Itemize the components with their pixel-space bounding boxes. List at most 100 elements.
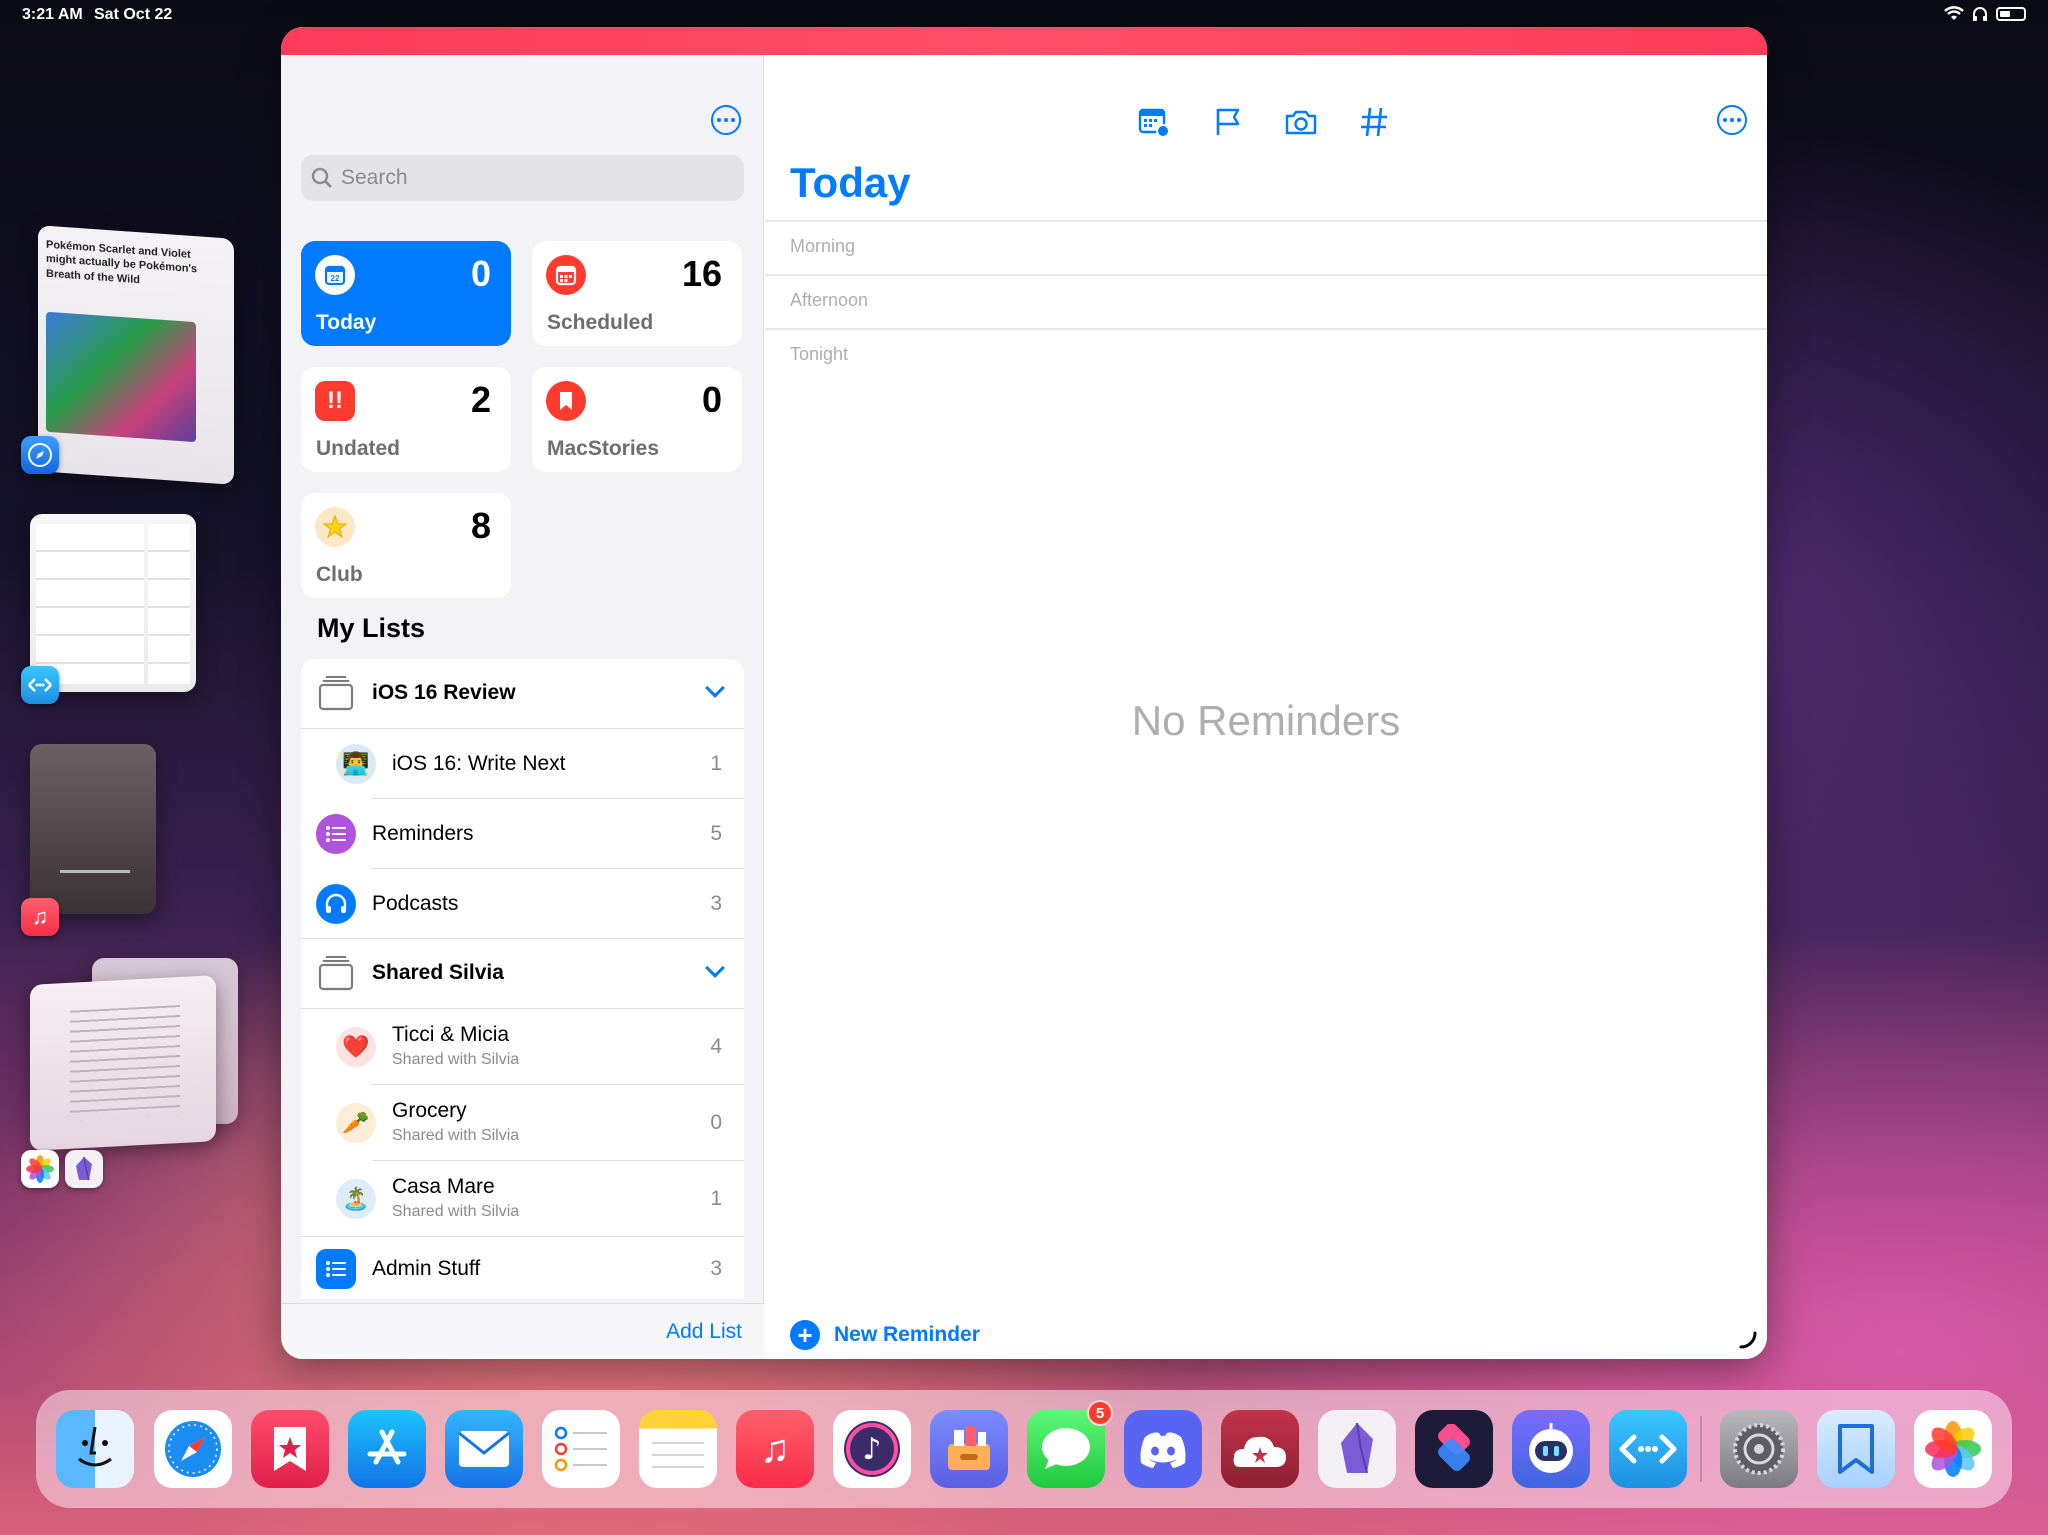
dock-app-store-icon[interactable] [348,1410,426,1488]
thumbnail-notes[interactable] [30,975,216,1151]
list-item-count: 3 [710,1257,722,1280]
smart-list-undated[interactable]: !! 2 Undated [301,367,511,472]
carrot-icon: 🥕 [336,1103,376,1143]
headphones-status-icon [1973,7,1987,21]
club-label: Club [316,563,363,586]
list-item-subtitle: Shared with Silvia [392,1051,520,1068]
dock-finder-icon[interactable] [56,1410,134,1488]
bookmark-icon [546,381,586,421]
dock-shortcuts-icon[interactable] [1415,1410,1493,1488]
calendar-icon [546,255,586,295]
list-item-ios-16-write-next[interactable]: 👨‍💻 iOS 16: Write Next 1 [301,729,744,799]
chevron-down-icon[interactable] [705,678,725,698]
search-input[interactable] [341,166,721,190]
section-label: Tonight [790,344,849,364]
svg-text:♪: ♪ [862,1432,881,1467]
calendar-today-icon: 22 [315,255,355,295]
smart-list-club[interactable]: 8 Club [301,493,511,598]
list-item-podcasts[interactable]: Podcasts 3 [301,869,744,939]
today-count: 0 [470,253,491,294]
list-item-casa-mare[interactable]: 🏝️ Casa Mare Shared with Silvia 1 [301,1161,744,1237]
page-title: Today [790,159,911,206]
resize-handle-icon[interactable] [1737,1329,1759,1351]
messages-badge: 5 [1087,1400,1113,1426]
thumbnail-text-lines [70,1005,180,1121]
sidebar-more-button[interactable] [711,105,741,135]
detail-more-button[interactable] [1717,105,1747,135]
today-label: Today [316,311,377,334]
flag-icon[interactable] [1211,105,1245,139]
section-morning[interactable]: Morning [765,220,1767,274]
sidebar: 22 0 Today 16 Scheduled !! 2 Undated 0 M… [281,55,764,1359]
island-icon: 🏝️ [336,1179,376,1219]
thumbnail-music[interactable] [30,744,156,914]
list-item-subtitle: Shared with Silvia [392,1127,520,1144]
list-item-subtitle: Shared with Silvia [392,1203,520,1220]
list-item-admin-stuff[interactable]: Admin Stuff 3 [301,1237,744,1299]
dock-mastonaut-icon[interactable] [1512,1410,1590,1488]
search-bar[interactable] [301,155,744,201]
dock-screens-icon[interactable] [1609,1410,1687,1488]
headphones-icon [316,884,356,924]
section-label: Morning [790,236,856,256]
list-item-label: Reminders [372,822,474,845]
wifi-icon [1944,6,1964,20]
dock-safari-icon[interactable] [154,1410,232,1488]
list-item-count: 5 [710,822,722,845]
my-lists: iOS 16 Review 👨‍💻 iOS 16: Write Next 1 R… [301,659,744,1299]
sidebar-footer: Add List [281,1303,764,1359]
exclamation-icon: !! [315,381,355,421]
section-label: Afternoon [790,290,869,310]
safari-icon[interactable] [21,436,59,474]
section-tonight[interactable]: Tonight [765,328,1767,382]
dock-goodlinks-icon[interactable] [251,1410,329,1488]
plus-icon: + [790,1320,820,1350]
smart-list-scheduled[interactable]: 16 Scheduled [532,241,742,346]
dock-mail-icon[interactable] [445,1410,523,1488]
camera-icon[interactable] [1284,105,1318,139]
dock-data-jar-icon[interactable] [930,1410,1008,1488]
thumbnail-mastodon[interactable] [30,514,196,692]
status-time: 3:21 AM [22,6,83,23]
macstories-count: 0 [701,379,722,420]
heart-icon: ❤️ [336,1027,376,1067]
section-afternoon[interactable]: Afternoon [765,274,1767,328]
calendar-clock-icon[interactable] [1137,105,1171,139]
macstories-label: MacStories [547,437,660,460]
dock-reminders-icon[interactable] [542,1410,620,1488]
hashtag-icon[interactable] [1357,105,1391,139]
list-item-grocery[interactable]: 🥕 Grocery Shared with Silvia 0 [301,1085,744,1161]
smart-list-macstories[interactable]: 0 MacStories [532,367,742,472]
chevron-down-icon[interactable] [705,958,725,978]
thumbnail-safari[interactable]: Pokémon Scarlet and Violet might actuall… [38,225,234,485]
list-group-shared-silvia[interactable]: Shared Silvia [301,939,744,1009]
music-icon[interactable]: ♫ [21,898,59,936]
screens-icon[interactable] [21,666,59,704]
photos-icon[interactable] [21,1150,59,1188]
svg-text:22: 22 [331,274,340,283]
list-item-label: Ticci & Micia [392,1023,510,1046]
list-item-count: 1 [710,752,722,775]
dock-obsidian-icon[interactable] [1318,1410,1396,1488]
dock-photos-icon[interactable] [1914,1410,1992,1488]
dock-notes-icon[interactable] [639,1410,717,1488]
list-group-ios-16-review[interactable]: iOS 16 Review [301,659,744,729]
new-reminder-button[interactable]: + New Reminder [790,1320,980,1350]
dock-mela-icon[interactable] [1221,1410,1299,1488]
obsidian-icon[interactable] [65,1150,103,1188]
dock-divider [1700,1416,1702,1482]
dock-marvis-icon[interactable]: ♪ [833,1410,911,1488]
add-list-button[interactable]: Add List [666,1320,742,1344]
smart-list-today[interactable]: 22 0 Today [301,241,511,346]
dock-messages-icon[interactable]: 5 [1027,1400,1113,1488]
list-item-label: iOS 16: Write Next [392,752,566,775]
list-item-reminders[interactable]: Reminders 5 [301,799,744,869]
dock-bookmark-icon[interactable] [1817,1410,1895,1488]
dock-music-icon[interactable]: ♫ [736,1410,814,1488]
list-group-label: Shared Silvia [372,961,504,984]
empty-state: No Reminders [1131,697,1401,744]
list-group-label: iOS 16 Review [372,681,516,704]
list-item-ticci-micia[interactable]: ❤️ Ticci & Micia Shared with Silvia 4 [301,1009,744,1085]
dock-discord-icon[interactable] [1124,1410,1202,1488]
dock-settings-icon[interactable] [1720,1410,1798,1488]
